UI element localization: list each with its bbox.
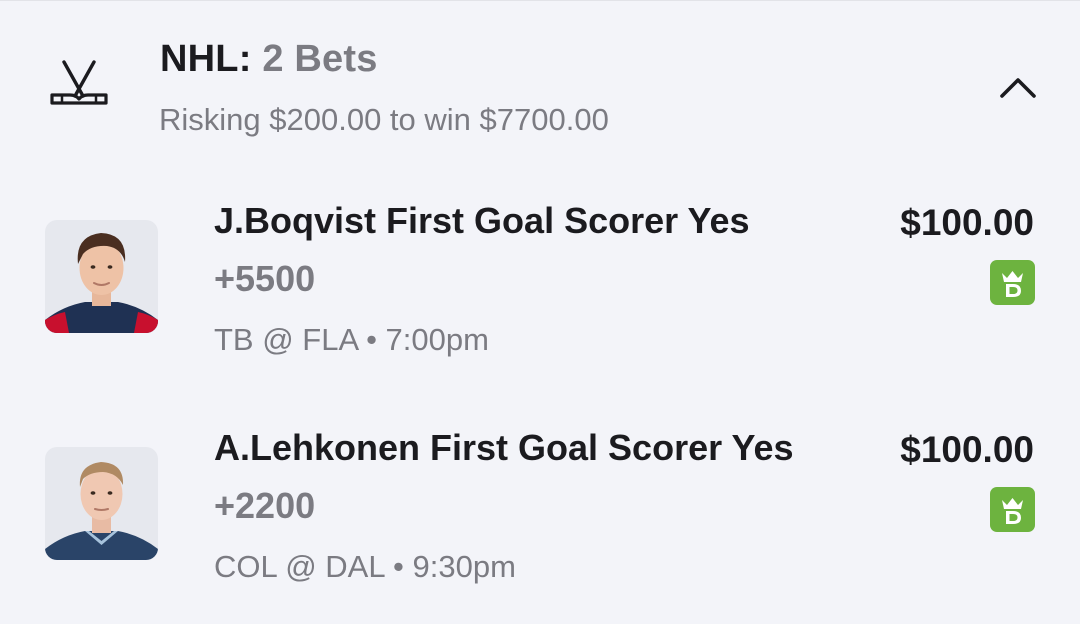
group-title: NHL: 2 Bets xyxy=(160,38,378,81)
bet-selection: J.Boqvist First Goal Scorer Yes xyxy=(214,200,750,241)
draftkings-icon xyxy=(990,260,1035,305)
player-avatar xyxy=(45,447,158,560)
bet-row[interactable]: J.Boqvist First Goal Scorer Yes +5500 TB… xyxy=(0,190,1080,390)
risk-summary: Risking $200.00 to win $7700.00 xyxy=(159,102,609,137)
player-avatar xyxy=(45,220,158,333)
bet-selection: A.Lehkonen First Goal Scorer Yes xyxy=(214,427,794,468)
bet-game-info: COL @ DAL • 9:30pm xyxy=(214,549,516,584)
bet-row[interactable]: A.Lehkonen First Goal Scorer Yes +2200 C… xyxy=(0,417,1080,617)
league-label: NHL: xyxy=(160,38,252,80)
bet-stake: $100.00 xyxy=(900,429,1034,470)
bet-count: 2 Bets xyxy=(262,38,378,80)
hockey-sticks-icon xyxy=(50,60,108,105)
bet-odds: +5500 xyxy=(214,258,316,299)
chevron-up-icon[interactable] xyxy=(996,70,1040,106)
draftkings-icon xyxy=(990,487,1035,532)
bet-group-header[interactable]: NHL: 2 Bets Risking $200.00 to win $7700… xyxy=(0,0,1080,160)
bet-stake: $100.00 xyxy=(900,202,1034,243)
bet-odds: +2200 xyxy=(214,485,316,526)
bet-game-info: TB @ FLA • 7:00pm xyxy=(214,322,489,357)
